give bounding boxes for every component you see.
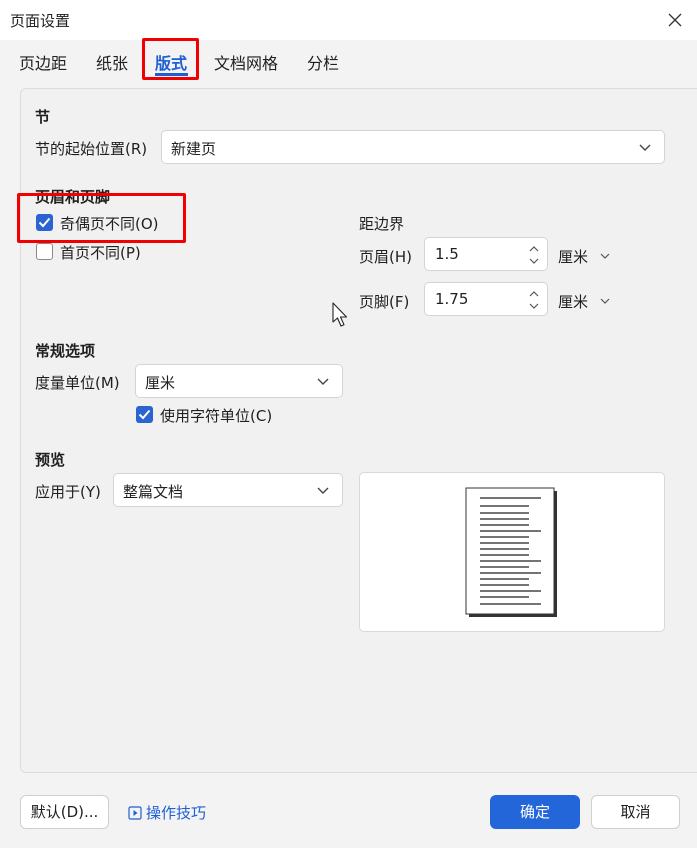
section-start-label: 节的起始位置(R) <box>35 140 148 158</box>
footer-unit-select[interactable]: 厘米 <box>558 291 611 312</box>
footer-distance-input[interactable]: 1.75 <box>424 282 548 316</box>
char-unit-label: 使用字符单位(C) <box>160 407 273 425</box>
char-unit-checkbox[interactable] <box>136 406 153 423</box>
header-unit-select[interactable]: 厘米 <box>558 246 611 267</box>
ok-button[interactable]: 确定 <box>490 795 580 829</box>
footer-distance-value: 1.75 <box>435 290 469 308</box>
preview-heading: 预览 <box>35 451 66 469</box>
measure-unit-value: 厘米 <box>145 374 176 392</box>
measure-unit-label: 度量单位(M) <box>35 374 120 392</box>
chevron-down-icon <box>317 487 329 494</box>
chevron-down-icon <box>317 378 329 385</box>
chevron-down-icon <box>639 144 651 151</box>
measure-unit-select[interactable]: 厘米 <box>135 364 343 398</box>
layout-panel <box>20 88 697 773</box>
header-distance-input[interactable]: 1.5 <box>424 237 548 271</box>
section-heading: 节 <box>35 108 51 126</box>
spinner-arrows-icon[interactable] <box>527 287 541 313</box>
title-bar: 页面设置 <box>0 0 697 40</box>
footer-unit-value: 厘米 <box>558 293 589 311</box>
section-start-select[interactable]: 新建页 <box>161 130 665 164</box>
preview-box <box>359 472 665 632</box>
chevron-down-icon <box>600 298 610 304</box>
header-distance-label: 页眉(H) <box>359 248 412 266</box>
tab-bar: 页边距 纸张 版式 文档网格 分栏 <box>0 40 697 84</box>
footer-distance-label: 页脚(F) <box>359 293 410 311</box>
page-preview-thumbnail <box>465 487 557 617</box>
header-distance-value: 1.5 <box>435 245 459 263</box>
close-button[interactable] <box>661 6 689 34</box>
tab-margins[interactable]: 页边距 <box>19 50 67 74</box>
chevron-down-icon <box>600 253 610 259</box>
default-button[interactable]: 默认(D)... <box>20 795 109 829</box>
mouse-cursor-icon <box>332 302 348 327</box>
distance-heading: 距边界 <box>359 215 405 233</box>
tips-link[interactable]: 操作技巧 <box>128 802 206 823</box>
tips-link-label: 操作技巧 <box>146 804 207 822</box>
first-page-checkbox[interactable] <box>36 243 53 260</box>
apply-to-select[interactable]: 整篇文档 <box>113 473 343 507</box>
highlight-box-odd-even <box>17 193 186 243</box>
window-title: 页面设置 <box>10 12 71 30</box>
checkmark-icon <box>138 409 151 420</box>
highlight-box-layout-tab <box>142 38 199 80</box>
play-icon <box>128 806 142 820</box>
cancel-button[interactable]: 取消 <box>591 795 680 829</box>
tab-paper[interactable]: 纸张 <box>96 50 128 74</box>
apply-to-value: 整篇文档 <box>123 483 184 501</box>
spinner-arrows-icon[interactable] <box>527 242 541 268</box>
close-icon <box>668 13 682 27</box>
section-start-value: 新建页 <box>171 140 217 158</box>
apply-to-label: 应用于(Y) <box>35 483 101 501</box>
tab-columns[interactable]: 分栏 <box>307 50 339 74</box>
general-options-heading: 常规选项 <box>35 342 96 360</box>
tab-document-grid[interactable]: 文档网格 <box>214 50 278 74</box>
first-page-label: 首页不同(P) <box>60 244 141 262</box>
header-unit-value: 厘米 <box>558 248 589 266</box>
